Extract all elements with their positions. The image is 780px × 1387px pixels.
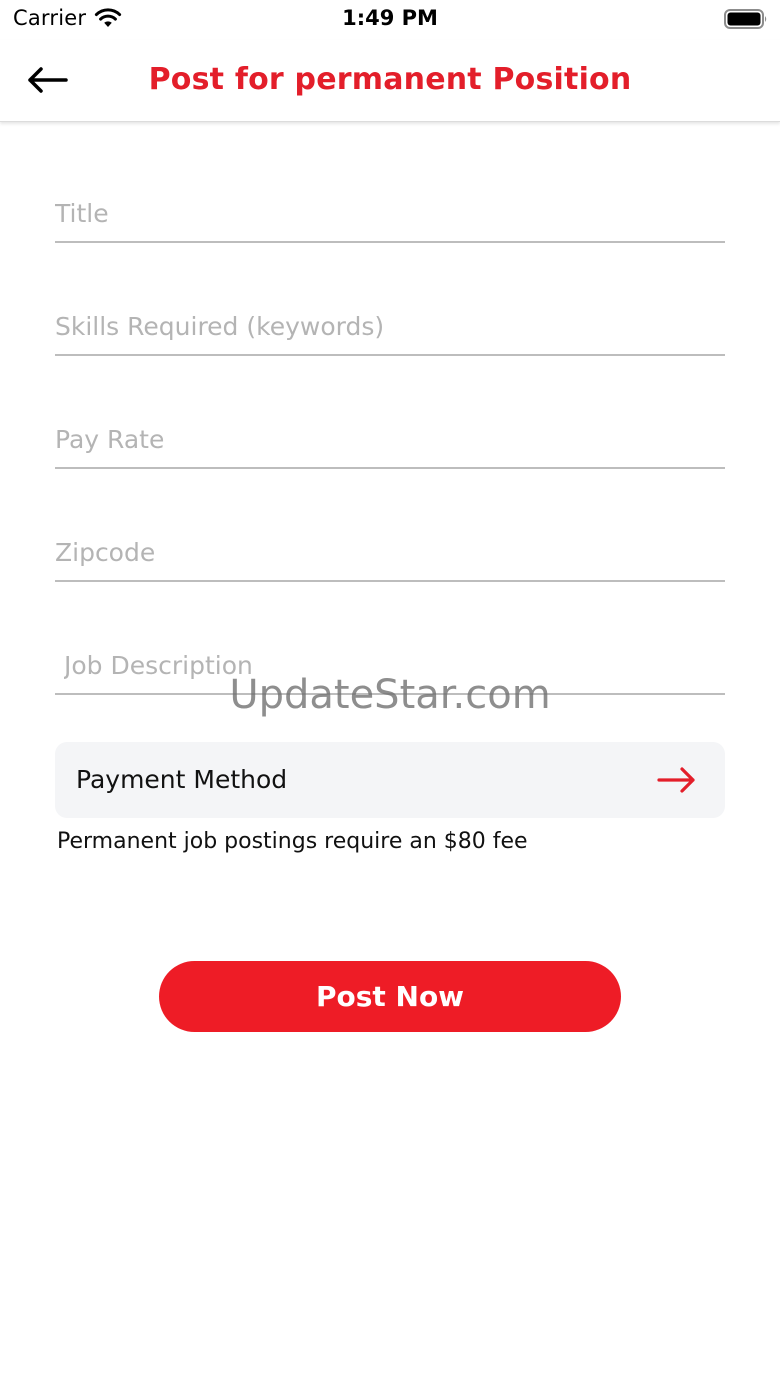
job-description-field [55,635,725,695]
payment-method-label: Payment Method [76,765,288,794]
pay-rate-input[interactable] [55,419,725,459]
page-title: Post for permanent Position [148,62,632,97]
skills-field [55,296,725,356]
job-description-input[interactable] [64,645,725,685]
title-field [55,183,725,243]
status-bar: Carrier 1:49 PM [0,0,780,40]
fee-note: Permanent job postings require an $80 fe… [57,829,528,854]
arrow-right-icon [657,767,695,793]
battery-icon [724,9,767,29]
post-now-button[interactable]: Post Now [159,961,621,1032]
nav-header: Post for permanent Position [0,40,780,122]
payment-method-row[interactable]: Payment Method [55,742,725,818]
zipcode-field [55,522,725,582]
skills-input[interactable] [55,306,725,346]
status-time: 1:49 PM [342,6,438,30]
screen: Carrier 1:49 PM Post for permanent Posit… [0,0,780,1387]
title-input[interactable] [55,193,725,233]
pay-rate-field [55,409,725,469]
zipcode-input[interactable] [55,532,725,572]
